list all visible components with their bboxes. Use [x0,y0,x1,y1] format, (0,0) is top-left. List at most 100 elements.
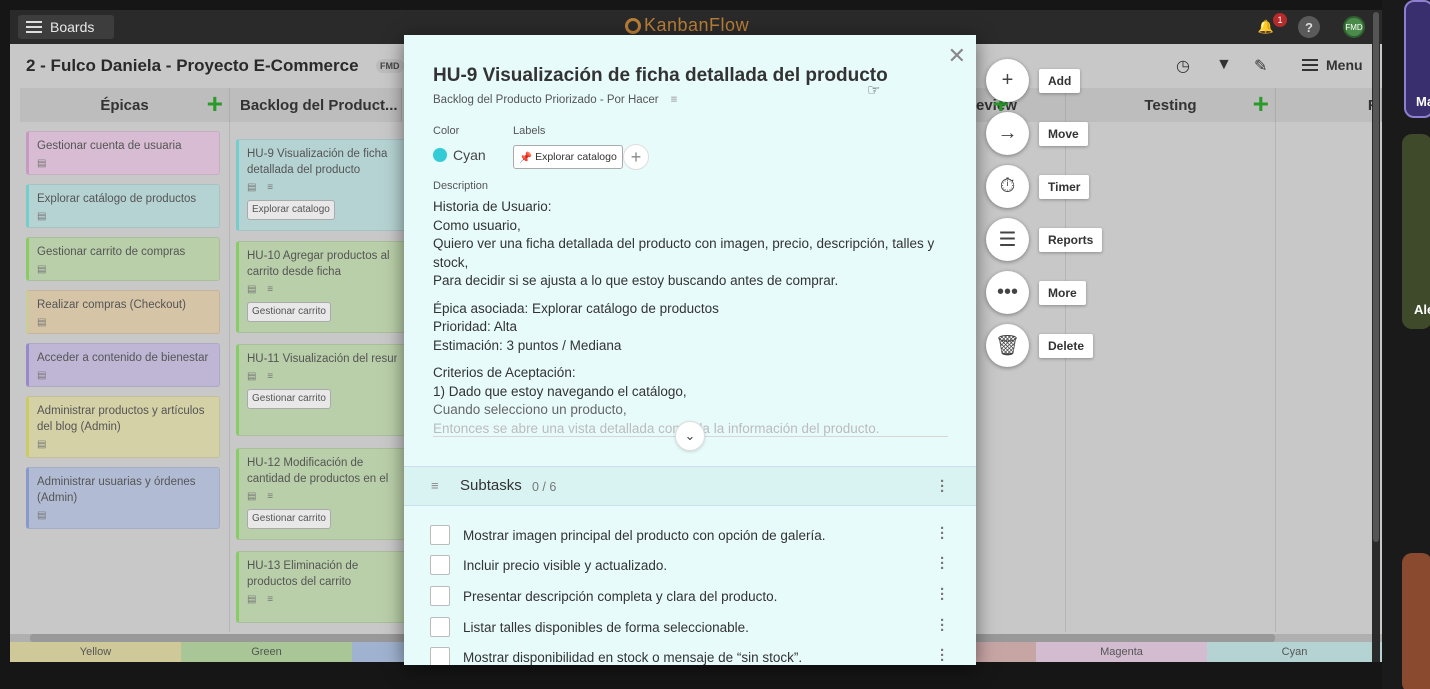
column-header-testing[interactable]: Testing + [1066,88,1276,122]
participant-thumbnail[interactable] [1402,553,1430,689]
column-header-backlog[interactable]: Backlog del Product... [230,88,402,122]
action-label[interactable]: Timer [1039,174,1090,199]
description-icon: ▤ [37,510,51,521]
subtasks-header: ≡ Subtasks 0 / 6 · · · [404,466,976,506]
card-label: Gestionar carrito [247,389,331,409]
add-label-button[interactable]: + [623,144,649,170]
color-cyan[interactable]: Cyan [1207,642,1382,662]
layers-icon[interactable]: ☰ [986,218,1029,261]
action-label[interactable]: Move [1039,121,1088,146]
color-magenta[interactable]: Magenta [1036,642,1207,662]
task-card[interactable]: HU-13 Eliminación de productos del carri… [236,551,406,623]
task-card[interactable]: HU-10 Agregar productos al carrito desde… [236,241,406,333]
user-avatar[interactable]: FMD [1343,16,1365,38]
subtasks-more-icon[interactable]: · · · [940,474,946,499]
epic-card[interactable]: Acceder a contenido de bienestar ▤ [26,343,220,387]
card-icons: ▤ ≡ [247,594,278,605]
subtasks-count: 0 / 6 [532,480,557,494]
subtask-checkbox[interactable] [430,555,450,575]
subtask-text[interactable]: Incluir precio visible y actualizado. [463,558,667,573]
vertical-scrollbar[interactable] [1372,12,1380,662]
move-action[interactable]: → Move [986,112,1088,155]
stopwatch-icon[interactable]: ⏱ [986,165,1029,208]
arrow-right-icon[interactable]: → [986,112,1029,155]
column-header-next[interactable]: F [1276,88,1382,122]
add-action[interactable]: + Add [986,59,1081,102]
card-title: HU-13 Eliminación de productos del carri… [247,560,359,588]
card-title: HU-9 Visualización de ficha detallada de… [247,148,388,176]
action-label[interactable]: Delete [1039,333,1094,358]
description-text[interactable]: Historia de Usuario: Como usuario, Quier… [433,198,948,436]
pencil-icon[interactable]: ✎ [1254,56,1267,76]
color-yellow[interactable]: Yellow [10,642,181,662]
subtask-text[interactable]: Presentar descripción completa y clara d… [463,589,777,604]
epic-card[interactable]: Administrar usuarias y órdenes (Admin) ▤ [26,467,220,529]
add-task-plus-icon[interactable]: + [1253,90,1269,118]
subtask-more-icon[interactable]: · · · [940,643,946,665]
color-selector[interactable]: Cyan [433,147,486,163]
column-title: Épicas [100,96,149,114]
scrollbar-thumb[interactable] [1373,12,1379,542]
epic-card[interactable]: Gestionar carrito de compras ▤ [26,237,220,281]
card-icons: ▤ ≡ [247,182,278,193]
subtask-checkbox[interactable] [430,586,450,606]
action-label[interactable]: Add [1039,68,1081,93]
subtask-checkbox[interactable] [430,617,450,637]
task-card[interactable]: HU-9 Visualización de ficha detallada de… [236,139,406,231]
timer-action[interactable]: ⏱ Timer [986,165,1090,208]
boards-button[interactable]: Boards [18,15,114,39]
expand-description-chevron-icon[interactable]: ⌄ [675,421,705,451]
subtask-item: Mostrar disponibilidad en stock o mensaj… [430,643,950,665]
close-icon[interactable]: ✕ [948,43,966,69]
task-title[interactable]: HU-9 Visualización de ficha detallada de… [433,65,888,87]
labels-label: Labels [513,125,546,137]
participant-thumbnail[interactable]: Ma [1404,0,1430,118]
participant-thumbnail[interactable]: Ale [1402,134,1430,329]
task-card[interactable]: HU-12 Modificación de cantidad de produc… [236,448,406,540]
card-icons: ▤ ≡ [247,284,278,295]
subtask-text[interactable]: Listar talles disponibles de forma selec… [463,620,749,635]
epic-card[interactable]: Gestionar cuenta de usuaria ▤ [26,131,220,175]
subtask-more-icon[interactable]: · · · [940,613,946,638]
add-task-plus-icon[interactable]: + [207,90,223,118]
filter-icon[interactable]: ▼ [1216,56,1232,74]
epic-card[interactable]: Explorar catálogo de productos ▤ [26,184,220,228]
description-line: Criterios de Aceptación: [433,365,576,380]
kanbanflow-logo[interactable]: KanbanFlow [625,15,749,36]
subtask-more-icon[interactable]: · · · [940,551,946,576]
column-location[interactable]: Backlog del Producto Priorizado - Por Ha… [433,94,659,106]
description-icon: ▤ [37,158,51,169]
boards-label: Boards [50,19,95,35]
label-chip[interactable]: 📌 Explorar catalogo [513,145,623,169]
more-action[interactable]: ••• More [986,271,1086,314]
epic-card[interactable]: Realizar compras (Checkout) ▤ [26,290,220,334]
description-line: Estimación: 3 puntos / Mediana [433,337,622,353]
subtask-checkbox[interactable] [430,647,450,665]
subtask-more-icon[interactable]: · · · [940,521,946,546]
description-line: Como usuario, [433,217,521,233]
subtask-text[interactable]: Mostrar disponibilidad en stock o mensaj… [463,650,802,665]
task-card[interactable]: HU-11 Visualización del resumen del carr… [236,344,406,436]
help-icon[interactable]: ? [1298,16,1320,38]
color-green[interactable]: Green [181,642,352,662]
logo-text: KanbanFlow [644,15,750,35]
column-header-epicas[interactable]: Épicas + [20,88,230,122]
color-dot [433,148,447,162]
card-title: HU-10 Agregar productos al carrito desde… [247,250,390,278]
subtask-checkbox[interactable] [430,525,450,545]
trash-icon[interactable]: 🗑 [986,324,1029,367]
ellipsis-icon[interactable]: ••• [986,271,1029,314]
reports-action[interactable]: ☰ Reports [986,218,1103,261]
subtask-item: Mostrar imagen principal del producto co… [430,521,950,547]
subtask-more-icon[interactable]: · · · [940,582,946,607]
thumbnail-name: Ma [1416,94,1430,109]
epic-card[interactable]: Administrar productos y artículos del bl… [26,396,220,458]
action-label[interactable]: Reports [1039,227,1103,252]
description-line: Historia de Usuario: [433,199,552,214]
delete-action[interactable]: 🗑 Delete [986,324,1094,367]
plus-icon[interactable]: + [986,59,1029,102]
subtask-text[interactable]: Mostrar imagen principal del producto co… [463,528,825,543]
action-label[interactable]: More [1039,280,1086,305]
clock-icon[interactable]: ◷ [1176,56,1190,76]
board-menu-button[interactable]: Menu [1302,57,1363,73]
